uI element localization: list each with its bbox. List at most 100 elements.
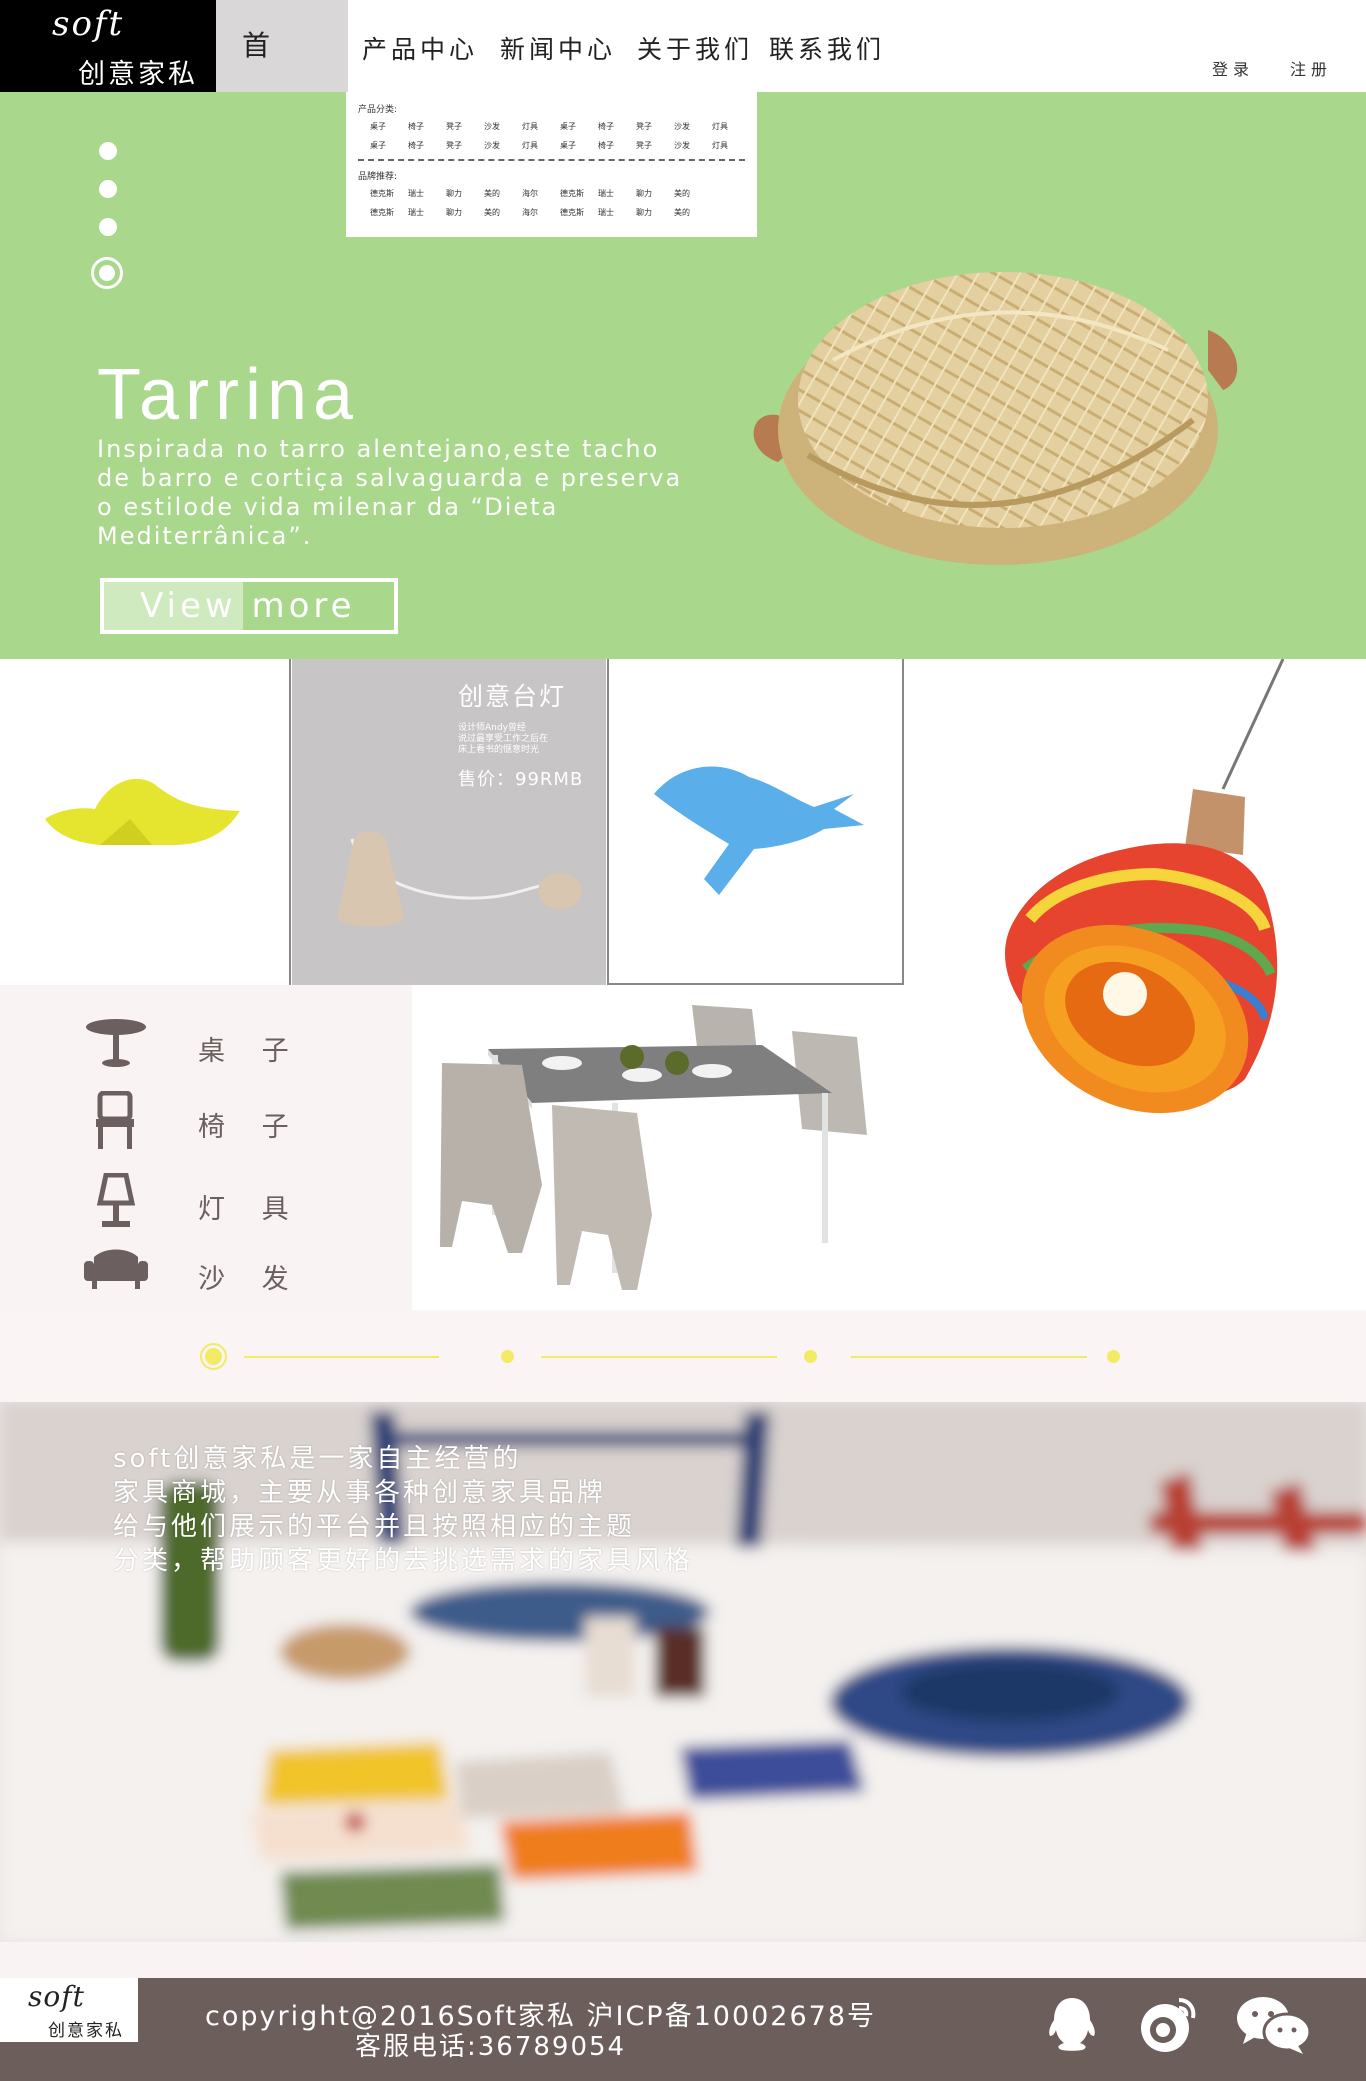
dropdown-link[interactable]: 德克斯 [358, 207, 396, 218]
dropdown-link[interactable]: 椅子 [586, 140, 624, 151]
dropdown-link[interactable]: 瑞士 [396, 188, 434, 199]
dropdown-link[interactable]: 凳子 [624, 140, 662, 151]
dropdown-link[interactable]: 桌子 [358, 121, 396, 132]
dropdown-link[interactable]: 沙发 [662, 121, 700, 132]
lamp-icon [96, 1173, 136, 1227]
weibo-icon[interactable] [1135, 1990, 1199, 2054]
dropdown-link[interactable]: 海尔 [510, 188, 548, 199]
nav-home[interactable]: 首 页 [216, 0, 348, 154]
striped-lamp-image [1004, 659, 1285, 1114]
dropdown-link[interactable]: 灯具 [510, 121, 548, 132]
dropdown-link[interactable]: 聊力 [624, 188, 662, 199]
product-striped-lamp[interactable] [905, 659, 1366, 1311]
hotline-text: 客服电话:36789054 [355, 2032, 627, 2062]
yellow-bird-image [45, 778, 240, 845]
dropdown-link[interactable]: 桌子 [548, 140, 586, 151]
dropdown-link[interactable]: 德克斯 [358, 188, 396, 199]
register-link[interactable]: 注册 [1290, 56, 1332, 80]
view-more-button[interactable]: View more [100, 578, 398, 634]
dropdown-link[interactable]: 椅子 [396, 121, 434, 132]
progress-dot-2[interactable] [501, 1350, 514, 1363]
progress-dot-3[interactable] [804, 1350, 817, 1363]
dropdown-link[interactable]: 海尔 [510, 207, 548, 218]
footer-logo[interactable]: soft 创意家私 [0, 1978, 138, 2042]
product-blue-swallow[interactable] [607, 659, 904, 985]
slide-dot-1[interactable] [99, 142, 117, 160]
dropdown-link[interactable]: 瑞士 [586, 207, 624, 218]
nav-about-us[interactable]: 关于我们 [637, 30, 753, 66]
dropdown-category-label: 产品分类: [358, 105, 398, 115]
dropdown-link[interactable]: 凳子 [624, 121, 662, 132]
about-photo-section: soft创意家私是一家自主经营的 家具商城，主要从事各种创意家具品牌 给与他们展… [0, 1402, 1366, 1942]
hero-title: Tarrina [97, 355, 360, 435]
progress-line [541, 1356, 777, 1358]
dropdown-link[interactable]: 美的 [662, 188, 700, 199]
dropdown-link[interactable]: 沙发 [472, 140, 510, 151]
dining-set-image [440, 1005, 867, 1290]
dropdown-link[interactable]: 美的 [472, 188, 510, 199]
nav-product-center[interactable]: 产品中心 [362, 30, 478, 66]
category-sofa[interactable]: 沙 发 [80, 1243, 330, 1303]
dropdown-link[interactable]: 椅子 [586, 121, 624, 132]
dropdown-category-row: 桌子 椅子 凳子 沙发 灯具 桌子 椅子 凳子 沙发 灯具 [358, 140, 745, 151]
sofa-icon [84, 1249, 148, 1289]
blue-swallow-image [654, 766, 864, 895]
dropdown-link[interactable]: 德克斯 [548, 188, 586, 199]
category-panel: 桌 子 椅 子 灯 具 沙 发 [0, 985, 412, 1310]
dropdown-link[interactable]: 椅子 [396, 140, 434, 151]
category-table-label: 桌 子 [198, 1036, 303, 1067]
dropdown-link[interactable]: 瑞士 [586, 188, 624, 199]
category-chair[interactable]: 椅 子 [80, 1091, 330, 1151]
dropdown-link[interactable]: 沙发 [472, 121, 510, 132]
login-link[interactable]: 登录 [1212, 56, 1254, 80]
nav-news-center[interactable]: 新闻中心 [500, 30, 616, 66]
basket-image [753, 272, 1238, 565]
dropdown-link[interactable]: 桌子 [548, 121, 586, 132]
logo-text-en: soft [52, 4, 125, 44]
dropdown-link[interactable]: 凳子 [434, 140, 472, 151]
product-mega-menu: 产品分类: 桌子 椅子 凳子 沙发 灯具 桌子 椅子 凳子 沙发 灯具 桌子 椅… [346, 92, 757, 237]
slide-dot-4-active[interactable] [91, 257, 123, 289]
dropdown-link[interactable]: 美的 [472, 207, 510, 218]
dropdown-brand-row: 德克斯 瑞士 聊力 美的 海尔 德克斯 瑞士 聊力 美的 [358, 188, 745, 199]
product-yellow-bird[interactable] [0, 659, 291, 985]
dropdown-link[interactable]: 灯具 [700, 121, 738, 132]
category-table[interactable]: 桌 子 [80, 1015, 330, 1075]
chair-icon [96, 1091, 134, 1149]
dropdown-link[interactable]: 灯具 [510, 140, 548, 151]
pendant-lamp-image [337, 831, 582, 927]
carousel-progress [0, 1310, 1366, 1402]
category-lamp-label: 灯 具 [198, 1194, 303, 1225]
dropdown-link[interactable]: 聊力 [434, 207, 472, 218]
wechat-icon[interactable] [1235, 1992, 1313, 2056]
product-featured-lamp[interactable]: 创意台灯 设计师Andy曾经 说过最享受工作之后在 床上看书的惬意时光 售价：9… [292, 659, 606, 985]
dropdown-link[interactable]: 凳子 [434, 121, 472, 132]
progress-dot-4[interactable] [1107, 1350, 1120, 1363]
table-icon [86, 1019, 146, 1067]
dropdown-link[interactable]: 桌子 [358, 140, 396, 151]
hero-description: Inspirada no tarro alentejano,este tacho… [97, 435, 683, 550]
dropdown-link[interactable]: 美的 [662, 207, 700, 218]
dropdown-link[interactable]: 德克斯 [548, 207, 586, 218]
qq-icon[interactable] [1040, 1992, 1104, 2056]
product-dining-set[interactable] [412, 985, 905, 1310]
dropdown-brand-row: 德克斯 瑞士 聊力 美的 海尔 德克斯 瑞士 聊力 美的 [358, 207, 745, 218]
category-lamp[interactable]: 灯 具 [80, 1173, 330, 1233]
dropdown-link[interactable]: 聊力 [434, 188, 472, 199]
dropdown-link[interactable]: 沙发 [662, 140, 700, 151]
logo[interactable]: soft 创意家私 [0, 0, 216, 92]
slide-dot-3[interactable] [99, 218, 117, 236]
progress-line [851, 1356, 1087, 1358]
nav-contact-us[interactable]: 联系我们 [769, 30, 885, 66]
progress-dot-1-active[interactable] [205, 1348, 222, 1365]
dropdown-divider [358, 159, 745, 161]
dropdown-link[interactable]: 聊力 [624, 207, 662, 218]
logo-text-cn: 创意家私 [78, 59, 198, 90]
about-text: soft创意家私是一家自主经营的 家具商城，主要从事各种创意家具品牌 给与他们展… [113, 1444, 694, 1576]
dropdown-link[interactable]: 瑞士 [396, 207, 434, 218]
progress-line [244, 1356, 439, 1358]
dropdown-link[interactable]: 灯具 [700, 140, 738, 151]
footer-logo-text-cn: 创意家私 [48, 2021, 124, 2041]
slide-dot-2[interactable] [99, 180, 117, 198]
site-footer: soft 创意家私 copyright@2016Soft家私 沪ICP备1000… [0, 1978, 1366, 2081]
